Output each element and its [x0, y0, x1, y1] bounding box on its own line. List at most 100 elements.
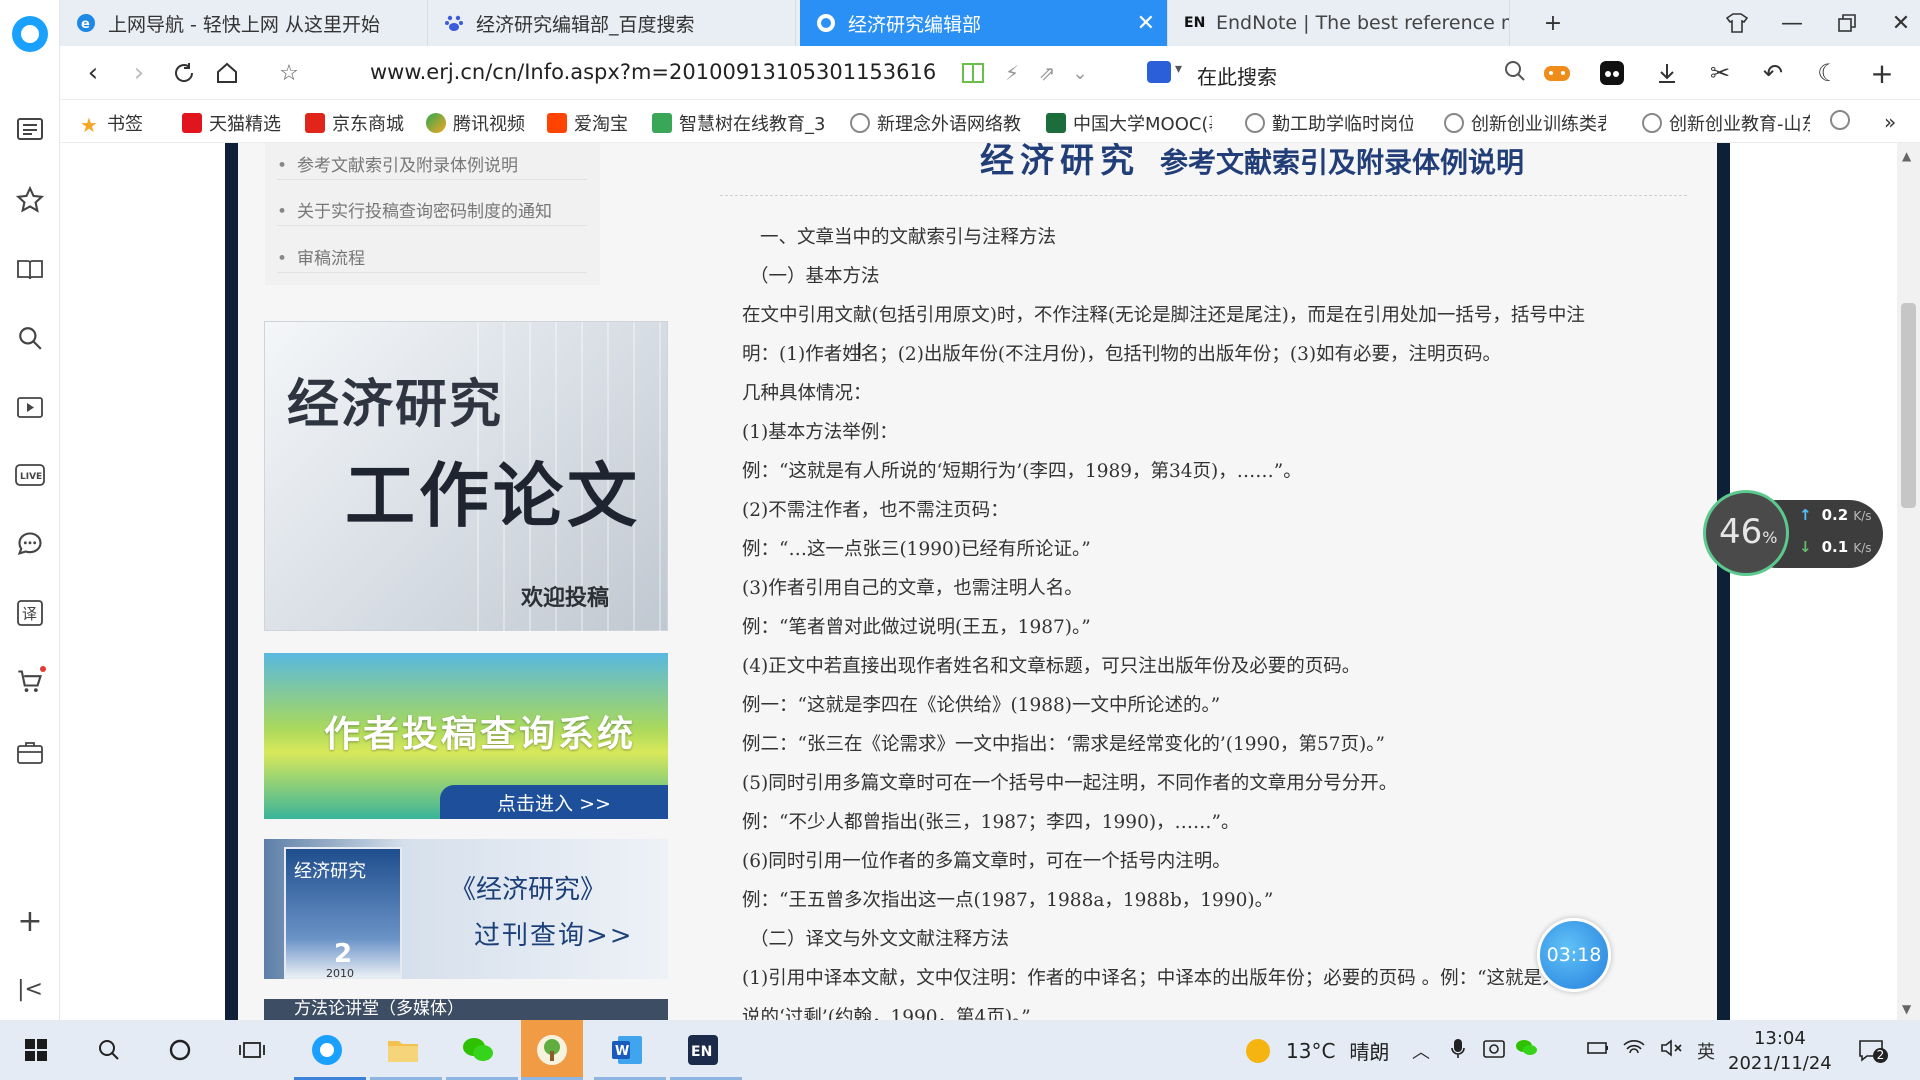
- scissors-icon[interactable]: ✂: [1705, 58, 1735, 88]
- close-window-icon[interactable]: ✕: [1886, 8, 1916, 38]
- close-tab-icon[interactable]: ✕: [1137, 11, 1155, 36]
- night-mode-moon-icon[interactable]: ☾: [1813, 58, 1843, 88]
- app-icon[interactable]: [1597, 58, 1627, 88]
- menu-item-password-notice[interactable]: 关于实行投稿查询密码制度的通知: [277, 197, 552, 222]
- page-scrollbar[interactable]: ▲ ▼: [1897, 143, 1920, 1020]
- collapse-sidebar-icon[interactable]: |<: [14, 973, 46, 1005]
- shopping-cart-icon[interactable]: [14, 666, 46, 698]
- shirt-skin-icon[interactable]: [1722, 8, 1752, 38]
- search-input[interactable]: 在此搜索: [1197, 61, 1277, 90]
- scroll-down-icon[interactable]: ▼: [1902, 1002, 1911, 1016]
- back-icon[interactable]: ‹: [76, 56, 110, 90]
- bookmark-item[interactable]: 智慧树在线教育_3: [652, 110, 824, 136]
- banner-subtitle: 工作论文: [345, 454, 641, 537]
- tree-app-icon[interactable]: [521, 1020, 583, 1080]
- tray-chevron-up-icon[interactable]: ︿: [1412, 1038, 1430, 1064]
- live-icon[interactable]: LIVE: [14, 459, 46, 491]
- microphone-icon[interactable]: [1450, 1038, 1466, 1065]
- bookmark-star-icon[interactable]: ☆: [272, 56, 306, 90]
- home-icon[interactable]: [210, 56, 244, 90]
- bookmark-item[interactable]: ★ 书签: [80, 110, 143, 136]
- windows-start-icon[interactable]: [14, 1028, 58, 1072]
- search-icon[interactable]: [1503, 59, 1527, 87]
- menu-item-reference-guide[interactable]: 参考文献索引及附录体例说明: [277, 151, 518, 176]
- submission-query-banner[interactable]: 作者投稿查询系统 点击进入 >>: [264, 653, 668, 819]
- url-field[interactable]: www.erj.cn/cn/Info.aspx?m=20100913105301…: [370, 60, 936, 84]
- add-icon[interactable]: +: [1867, 57, 1897, 90]
- reader-mode-icon[interactable]: [958, 58, 988, 88]
- scroll-thumb[interactable]: [1901, 303, 1916, 508]
- refresh-icon[interactable]: [167, 56, 201, 90]
- share-icon[interactable]: ⇗: [1032, 58, 1062, 88]
- back-issues-banner[interactable]: 经济研究 2 2010 《经济研究》 过刊查询>>: [264, 839, 668, 979]
- search-icon[interactable]: [14, 322, 46, 354]
- news-icon[interactable]: [14, 113, 46, 145]
- tab-erj[interactable]: 经济研究编辑部 ✕: [800, 0, 1168, 46]
- undo-icon[interactable]: ↶: [1758, 58, 1788, 88]
- banner-link[interactable]: 过刊查询>>: [474, 915, 634, 952]
- bookmark-item[interactable]: 创新创业训练类表: [1444, 110, 1606, 136]
- chevron-down-icon[interactable]: ⌄: [1065, 58, 1095, 88]
- battery-plug-icon[interactable]: [1586, 1038, 1610, 1063]
- restore-icon[interactable]: [1832, 8, 1862, 38]
- tab-baidu-search[interactable]: 经济研究编辑部_百度搜索: [428, 0, 796, 46]
- baidu-paw-icon[interactable]: [1147, 61, 1171, 83]
- bookmark-item[interactable]: 中国大学MOOC(慕: [1046, 110, 1212, 136]
- wechat-tray-icon[interactable]: [1515, 1038, 1539, 1063]
- search-engine-box[interactable]: ▾ 在此搜索: [1147, 59, 1527, 89]
- tab-endnote[interactable]: EN EndNote | The best reference man: [1168, 0, 1510, 46]
- bookmark-item[interactable]: 创新创业教育-山东: [1642, 110, 1810, 136]
- task-view-icon[interactable]: [230, 1028, 274, 1072]
- input-method-indicator[interactable]: 英: [1697, 1038, 1715, 1064]
- favorites-star-icon[interactable]: [14, 184, 46, 216]
- chevron-down-icon[interactable]: ▾: [1175, 61, 1182, 77]
- bookmark-item[interactable]: 新理念外语网络教: [850, 110, 1026, 136]
- endnote-icon[interactable]: EN: [681, 1028, 725, 1072]
- working-paper-banner[interactable]: 经济研究 工作论文 欢迎投稿: [264, 321, 668, 632]
- wechat-icon[interactable]: [456, 1028, 500, 1072]
- page-frame-right: [1717, 143, 1730, 1020]
- enter-button[interactable]: 点击进入 >>: [440, 785, 668, 819]
- wifi-icon[interactable]: [1622, 1038, 1646, 1063]
- bookmark-item[interactable]: 勤工助学临时岗位: [1245, 110, 1413, 136]
- bookmark-item[interactable]: 腾讯视频: [426, 110, 525, 136]
- tab-navigation[interactable]: e 上网导航 - 轻快上网 从这里开始: [60, 0, 428, 46]
- scroll-up-icon[interactable]: ▲: [1902, 149, 1911, 163]
- menu-item-review-process[interactable]: 审稿流程: [277, 244, 365, 269]
- new-tab-button[interactable]: +: [1538, 8, 1568, 38]
- chat-bubble-icon[interactable]: [14, 528, 46, 560]
- bookmark-item[interactable]: 天猫精选: [182, 110, 281, 136]
- notification-center-icon[interactable]: 2: [1858, 1038, 1888, 1067]
- bookmark-item[interactable]: 京东商城: [305, 110, 404, 136]
- system-clock[interactable]: 13:04 2021/11/24: [1728, 1026, 1832, 1076]
- menu-divider: [277, 179, 587, 180]
- translate-icon[interactable]: 译: [14, 597, 46, 629]
- video-icon[interactable]: [14, 391, 46, 423]
- method-lecture-banner[interactable]: 方法论讲堂（多媒体）: [264, 999, 668, 1020]
- briefcase-icon[interactable]: [14, 736, 46, 768]
- network-speed-widget[interactable]: 46% ↑ 0.2 K/s ↓ 0.1 K/s: [1703, 490, 1883, 576]
- add-icon[interactable]: +: [14, 904, 46, 939]
- svg-text:e: e: [81, 17, 90, 32]
- file-explorer-icon[interactable]: [381, 1028, 425, 1072]
- forward-icon[interactable]: ›: [122, 56, 156, 90]
- lightning-icon[interactable]: ⚡: [997, 58, 1027, 88]
- minimize-icon[interactable]: —: [1777, 8, 1807, 38]
- word-icon[interactable]: W: [605, 1028, 649, 1072]
- browser-logo-icon[interactable]: [12, 16, 48, 52]
- bookmark-item[interactable]: 爱淘宝: [547, 110, 628, 136]
- article-line: 在文中引用文献(包括引用原文)时，不作注释(无论是脚注还是尾注)，而是在引用处加…: [742, 305, 1585, 326]
- floating-timer[interactable]: 03:18: [1537, 918, 1611, 992]
- reading-book-icon[interactable]: [14, 253, 46, 285]
- bookmark-item[interactable]: [1830, 110, 1857, 130]
- volume-muted-icon[interactable]: [1660, 1038, 1684, 1063]
- download-icon[interactable]: [1652, 58, 1682, 88]
- search-icon[interactable]: [87, 1028, 131, 1072]
- weather-widget[interactable]: 13°C 晴朗: [1246, 1036, 1389, 1065]
- menu-icon[interactable]: ≡: [1913, 58, 1920, 88]
- game-controller-icon[interactable]: [1542, 58, 1572, 88]
- cortana-icon[interactable]: [158, 1028, 202, 1072]
- bookmarks-more-icon[interactable]: »: [1884, 110, 1896, 134]
- browser-taskbar-icon[interactable]: [305, 1028, 349, 1072]
- screen-capture-icon[interactable]: [1482, 1038, 1506, 1065]
